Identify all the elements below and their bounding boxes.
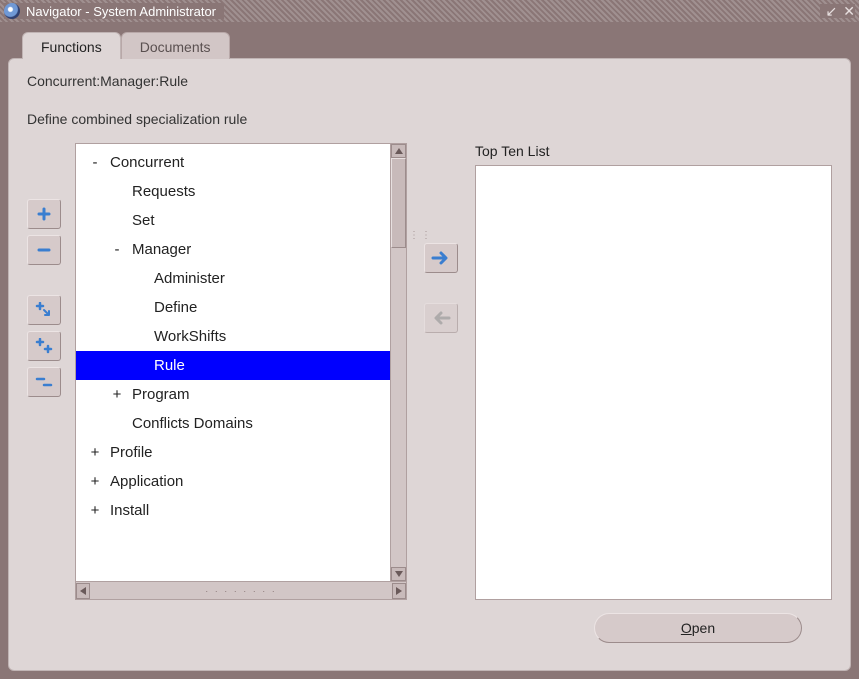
remove-from-list-button[interactable] bbox=[424, 303, 458, 333]
window-title: Navigator - System Administrator bbox=[26, 4, 216, 19]
function-tree[interactable]: -ConcurrentRequestsSet-ManagerAdminister… bbox=[75, 143, 407, 600]
tree-row[interactable]: WorkShifts bbox=[76, 322, 406, 351]
tree-row-label: Set bbox=[132, 212, 155, 229]
arrow-right-icon bbox=[431, 250, 451, 266]
tree-row[interactable]: + Program bbox=[76, 380, 406, 409]
scroll-right-icon[interactable] bbox=[392, 583, 406, 599]
expand-button[interactable] bbox=[27, 199, 61, 229]
collapse-button[interactable] bbox=[27, 235, 61, 265]
tree-row-label: Profile bbox=[110, 444, 153, 461]
top-ten-column: Top Ten List bbox=[475, 143, 832, 600]
expand-marker-icon[interactable]: + bbox=[88, 467, 102, 496]
tree-row[interactable]: Administer bbox=[76, 264, 406, 293]
shuttle-buttons bbox=[419, 143, 463, 600]
app-icon bbox=[4, 3, 20, 19]
tree-body: -ConcurrentRequestsSet-ManagerAdminister… bbox=[76, 144, 406, 581]
arrow-left-icon bbox=[431, 310, 451, 326]
tree-row-label: Concurrent bbox=[110, 154, 184, 171]
add-to-list-button[interactable] bbox=[424, 243, 458, 273]
tree-row-label: Application bbox=[110, 473, 183, 490]
window-body: Functions Documents Concurrent:Manager:R… bbox=[8, 30, 851, 671]
title-bar[interactable]: Navigator - System Administrator ↙ ✕ bbox=[0, 0, 859, 22]
close-icon[interactable]: ✕ bbox=[843, 4, 855, 18]
tree-row-label: WorkShifts bbox=[154, 328, 226, 345]
plus-icon bbox=[37, 207, 51, 221]
top-ten-list[interactable] bbox=[475, 165, 832, 600]
scroll-left-icon[interactable] bbox=[76, 583, 90, 599]
scroll-down-icon[interactable] bbox=[391, 567, 406, 581]
expand-marker-icon[interactable]: + bbox=[88, 496, 102, 525]
tree-row[interactable]: + Install bbox=[76, 496, 406, 525]
tree-hscrollbar[interactable]: · · · · · · · · bbox=[76, 581, 406, 599]
expand-marker-icon[interactable]: + bbox=[88, 438, 102, 467]
double-plus-icon bbox=[35, 338, 53, 354]
navigator-window: Navigator - System Administrator ↙ ✕ Fun… bbox=[0, 0, 859, 679]
tree-row[interactable]: Define bbox=[76, 293, 406, 322]
expand-branch-button[interactable] bbox=[27, 295, 61, 325]
panel-footer: Open bbox=[27, 600, 832, 656]
tree-vscrollbar[interactable] bbox=[390, 144, 406, 581]
tree-row[interactable]: + Application bbox=[76, 467, 406, 496]
title-bar-buttons: ↙ ✕ bbox=[820, 4, 855, 18]
tree-row-label: Install bbox=[110, 502, 149, 519]
collapse-marker-icon[interactable]: - bbox=[88, 148, 102, 177]
tab-functions[interactable]: Functions bbox=[22, 32, 121, 59]
scroll-thumb[interactable] bbox=[391, 158, 406, 248]
tree-row[interactable]: Rule bbox=[76, 351, 406, 380]
hscroll-track-dots: · · · · · · · · bbox=[90, 586, 392, 596]
expand-all-button[interactable] bbox=[27, 331, 61, 361]
tree-toolbar bbox=[27, 143, 63, 600]
tree-row[interactable]: Requests bbox=[76, 177, 406, 206]
tree-row-label: Requests bbox=[132, 183, 195, 200]
tree-row[interactable]: + Profile bbox=[76, 438, 406, 467]
breadcrumb: Concurrent:Manager:Rule bbox=[27, 73, 832, 89]
tree-row-label: Define bbox=[154, 299, 197, 316]
expand-marker-icon[interactable]: + bbox=[110, 380, 124, 409]
tree-row-label: Manager bbox=[132, 241, 191, 258]
top-ten-label: Top Ten List bbox=[475, 143, 832, 159]
collapse-all-button[interactable] bbox=[27, 367, 61, 397]
tree-row-label: Administer bbox=[154, 270, 225, 287]
minimize-icon[interactable]: ↙ bbox=[826, 4, 838, 18]
tree-row-label: Rule bbox=[154, 357, 185, 374]
functions-panel: Concurrent:Manager:Rule Define combined … bbox=[8, 58, 851, 671]
minus-icon bbox=[37, 243, 51, 257]
tree-row[interactable]: -Concurrent bbox=[76, 148, 406, 177]
tree-row-label: Program bbox=[132, 386, 190, 403]
scroll-up-icon[interactable] bbox=[391, 144, 406, 158]
main-columns: -ConcurrentRequestsSet-ManagerAdminister… bbox=[27, 143, 832, 600]
collapse-marker-icon[interactable]: - bbox=[110, 235, 124, 264]
tab-label: Documents bbox=[140, 39, 211, 55]
tree-row[interactable]: Conflicts Domains bbox=[76, 409, 406, 438]
double-minus-icon bbox=[35, 374, 53, 390]
tab-strip: Functions Documents bbox=[8, 30, 851, 58]
tree-row-label: Conflicts Domains bbox=[132, 415, 253, 432]
open-button[interactable]: Open bbox=[594, 613, 802, 643]
description: Define combined specialization rule bbox=[27, 111, 832, 127]
tab-label: Functions bbox=[41, 39, 102, 55]
tab-documents[interactable]: Documents bbox=[121, 32, 230, 59]
tree-row[interactable]: -Manager bbox=[76, 235, 406, 264]
tree-row[interactable]: Set bbox=[76, 206, 406, 235]
plus-arrow-icon bbox=[35, 302, 53, 318]
title-bar-left: Navigator - System Administrator bbox=[4, 3, 224, 19]
